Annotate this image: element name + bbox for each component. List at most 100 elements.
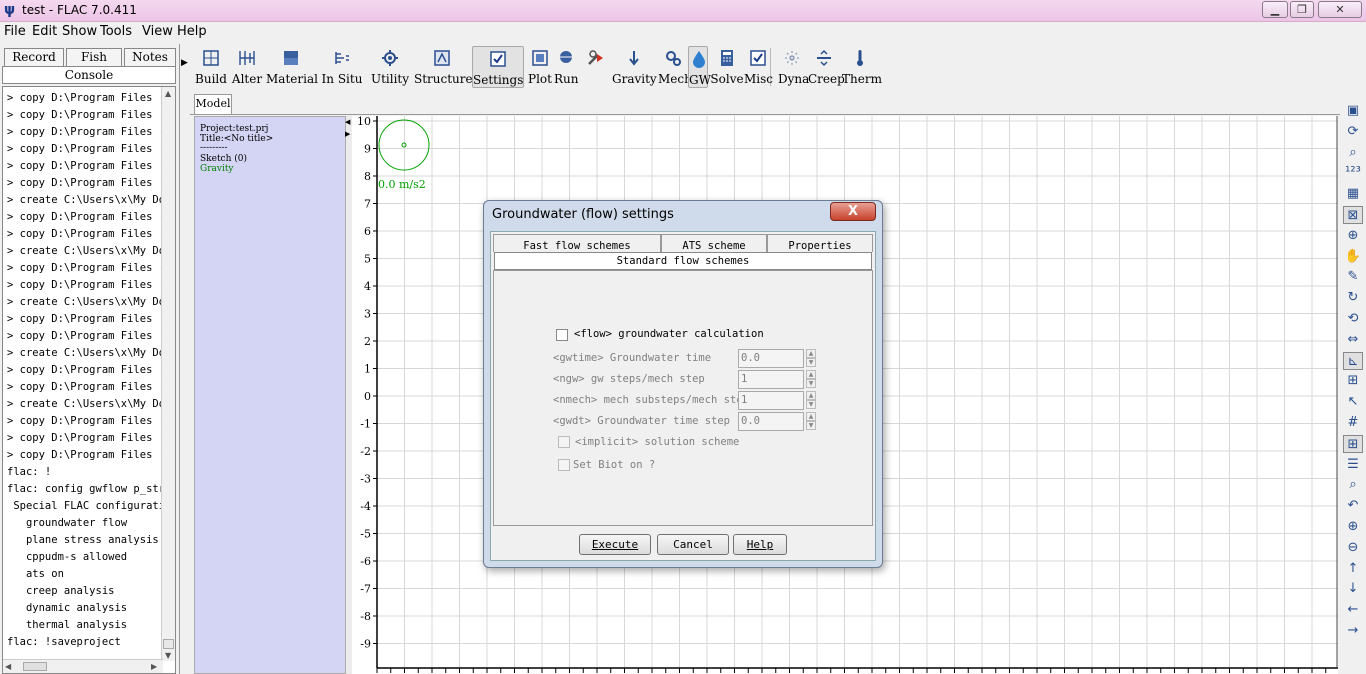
- toolbar-misc-button[interactable]: Misc: [744, 46, 773, 88]
- tab-fish[interactable]: Fish: [66, 48, 122, 66]
- spin-up-icon[interactable]: ▲: [806, 412, 816, 421]
- search-zoom-icon[interactable]: ⌕: [1343, 476, 1363, 494]
- close-view-icon[interactable]: ⊠: [1343, 206, 1363, 224]
- ngw-input[interactable]: 1: [738, 370, 804, 389]
- toolbar-alter-button[interactable]: Alter: [230, 46, 264, 88]
- spin-up-icon[interactable]: ▲: [806, 370, 816, 379]
- menu-edit[interactable]: Edit: [32, 24, 57, 39]
- toolbar-insitu-button[interactable]: In Situ: [318, 46, 366, 88]
- console-scroll-thumb[interactable]: [163, 639, 174, 649]
- implicit-checkbox[interactable]: [558, 436, 570, 448]
- save-icon[interactable]: ▣: [1343, 102, 1363, 120]
- spin-up-icon[interactable]: ▲: [806, 349, 816, 358]
- grid-icon[interactable]: ⊞: [1343, 372, 1363, 390]
- gwtime-input[interactable]: 0.0: [738, 349, 804, 368]
- spin-down-icon[interactable]: ▼: [806, 379, 816, 388]
- gwtime-spinner[interactable]: ▲ ▼: [806, 349, 816, 368]
- undo-icon[interactable]: ↶: [1343, 497, 1363, 515]
- print-preview-icon[interactable]: ⌕: [1343, 144, 1363, 162]
- toolbar-run-button[interactable]: Run: [554, 46, 579, 88]
- pan-hand-icon[interactable]: ✋: [1343, 248, 1363, 266]
- arrow-right-icon[interactable]: →: [1343, 622, 1363, 640]
- restore-button[interactable]: ❐: [1290, 1, 1314, 18]
- toolbar-settings-button[interactable]: Settings: [472, 46, 524, 88]
- toolbar-plot-button[interactable]: Plot: [526, 46, 554, 88]
- execute-button[interactable]: Execute: [579, 534, 651, 555]
- toolbar-dyna-button[interactable]: Dyna: [778, 46, 809, 88]
- toolbar-material-button[interactable]: Material: [266, 46, 318, 88]
- tab-record[interactable]: Record: [4, 48, 64, 66]
- arrow-down-icon[interactable]: ↓: [1343, 580, 1363, 598]
- tab-ats-scheme[interactable]: ATS scheme: [661, 234, 767, 252]
- scroll-right-icon[interactable]: ▶: [151, 662, 157, 672]
- zoom-icon[interactable]: ⊕: [1343, 227, 1363, 245]
- toolbar-gravity-button[interactable]: Gravity: [612, 46, 657, 88]
- spin-down-icon[interactable]: ▼: [806, 400, 816, 409]
- menu-show[interactable]: Show: [62, 24, 97, 39]
- edit-icon[interactable]: ✎: [1343, 268, 1363, 286]
- scroll-left-icon[interactable]: ◀: [5, 662, 11, 672]
- toolbar-gw-button[interactable]: GW: [688, 46, 711, 88]
- gravity-item[interactable]: Gravity: [200, 164, 234, 174]
- toolbar-creep-button[interactable]: Creep: [808, 46, 845, 88]
- ngw-spinner[interactable]: ▲ ▼: [806, 370, 816, 389]
- pointer-icon[interactable]: ↖: [1343, 393, 1363, 411]
- panel-splitter[interactable]: ▶: [181, 48, 189, 674]
- toolbar-utility-button[interactable]: Utility: [368, 46, 412, 88]
- grid-axes-icon[interactable]: ⊞: [1343, 434, 1363, 453]
- console-output[interactable]: > copy D:\Program Files (x > copy D:\Prog…: [2, 86, 176, 674]
- toolbar-config-button[interactable]: [582, 46, 610, 88]
- minimize-button[interactable]: ▁: [1262, 1, 1288, 18]
- toolbar-structure-button[interactable]: Structure: [414, 46, 473, 88]
- tab-properties[interactable]: Properties: [767, 234, 873, 252]
- menu-file[interactable]: File: [4, 24, 26, 39]
- rotate-icon[interactable]: ↻: [1343, 289, 1363, 307]
- grid-small-icon[interactable]: #: [1343, 414, 1363, 432]
- arrow-up-icon[interactable]: ↑: [1343, 560, 1363, 578]
- zoom-in-icon[interactable]: ⊕: [1343, 518, 1363, 536]
- gwdt-input[interactable]: 0.0: [738, 412, 804, 431]
- help-button[interactable]: Help: [733, 534, 787, 555]
- zoom-out-icon[interactable]: ⊖: [1343, 539, 1363, 557]
- collapse-arrow-icon[interactable]: ▶: [181, 58, 188, 68]
- link-icon[interactable]: ⇔: [1343, 331, 1363, 349]
- console-hscroll-thumb[interactable]: [23, 662, 47, 671]
- biot-checkbox[interactable]: [558, 459, 570, 471]
- tab-fast-flow-schemes[interactable]: Fast flow schemes: [493, 234, 661, 252]
- tab-notes[interactable]: Notes: [124, 48, 176, 66]
- splitter-right-arrow-icon[interactable]: ▶: [345, 130, 350, 138]
- flow-checkbox[interactable]: [556, 329, 568, 341]
- splitter-left-arrow-icon[interactable]: ◀: [345, 118, 350, 126]
- toolbar-build-button[interactable]: Build: [194, 46, 228, 88]
- spin-down-icon[interactable]: ▼: [806, 358, 816, 367]
- reset-view-icon[interactable]: ⟲: [1343, 310, 1363, 328]
- arrow-left-icon[interactable]: ←: [1343, 601, 1363, 619]
- tab-console[interactable]: Console: [2, 66, 176, 84]
- nmech-input[interactable]: 1: [738, 391, 804, 410]
- tab-standard-flow-schemes[interactable]: Standard flow schemes: [494, 252, 872, 270]
- scroll-icon[interactable]: ☰: [1343, 456, 1363, 474]
- scroll-down-icon[interactable]: ▼: [165, 651, 171, 661]
- gwdt-spinner[interactable]: ▲ ▼: [806, 412, 816, 431]
- layout-icon[interactable]: ▦: [1343, 185, 1363, 203]
- sketch-item[interactable]: Sketch (0): [200, 154, 247, 164]
- menu-tools[interactable]: Tools: [100, 24, 132, 39]
- spin-down-icon[interactable]: ▼: [806, 421, 816, 430]
- refresh-icon[interactable]: ⟳: [1343, 123, 1363, 141]
- spin-up-icon[interactable]: ▲: [806, 391, 816, 400]
- console-horizontal-scrollbar[interactable]: ◀ ▶: [3, 659, 163, 673]
- console-vertical-scrollbar[interactable]: ▲ ▼: [161, 87, 175, 661]
- numbers-123-icon[interactable]: ¹²³: [1343, 164, 1363, 182]
- nmech-spinner[interactable]: ▲ ▼: [806, 391, 816, 410]
- close-button[interactable]: ✕: [1318, 1, 1362, 18]
- cancel-button[interactable]: Cancel: [657, 534, 729, 555]
- scroll-up-icon[interactable]: ▲: [165, 89, 171, 99]
- tab-model[interactable]: Model: [194, 94, 232, 114]
- axes-icon[interactable]: ⊾: [1343, 351, 1363, 370]
- dialog-close-button[interactable]: X: [830, 202, 876, 221]
- toolbar-therm-button[interactable]: Therm: [842, 46, 882, 88]
- menu-view[interactable]: View: [142, 24, 173, 39]
- toolbar-mech-button[interactable]: Mech: [658, 46, 692, 88]
- toolbar-solve-button[interactable]: Solve: [710, 46, 744, 88]
- menu-help[interactable]: Help: [177, 24, 207, 39]
